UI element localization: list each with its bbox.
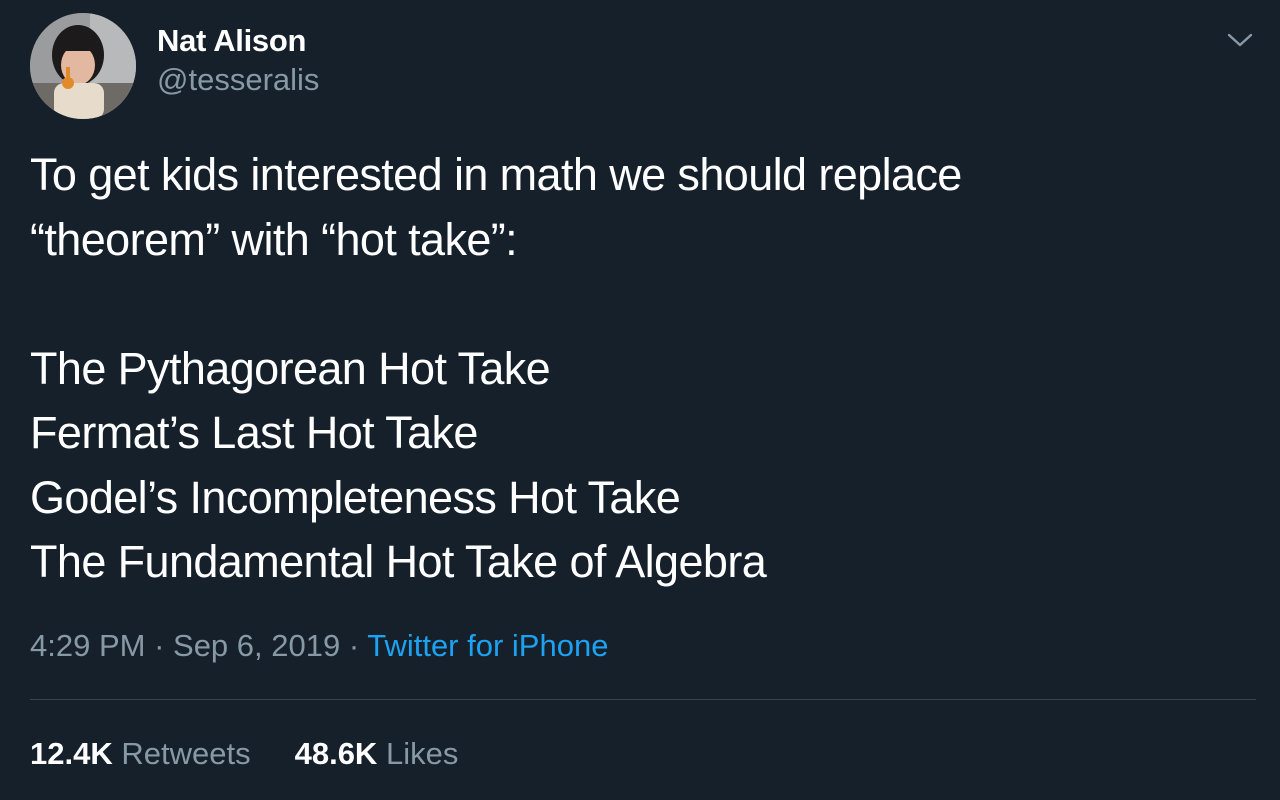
- chevron-down-icon[interactable]: [1226, 30, 1254, 50]
- retweets-label: Retweets: [121, 736, 251, 771]
- tweet-text-line: The Pythagorean Hot Take: [30, 342, 551, 394]
- tweet-source-link[interactable]: Twitter for iPhone: [367, 628, 608, 663]
- likes-stat[interactable]: 48.6K Likes: [295, 734, 459, 774]
- avatar[interactable]: [30, 13, 136, 119]
- author-display-name[interactable]: Nat Alison: [157, 21, 319, 61]
- divider: [30, 699, 1256, 700]
- retweets-stat[interactable]: 12.4K Retweets: [30, 734, 251, 774]
- tweet-text-line: The Fundamental Hot Take of Algebra: [30, 536, 767, 587]
- tweet-meta: 4:29 PM · Sep 6, 2019 · Twitter for iPho…: [30, 626, 608, 666]
- tweet-header: Nat Alison @tesseralis: [30, 13, 319, 119]
- tweet-text: To get kids interested in math we should…: [30, 143, 1250, 595]
- tweet-date[interactable]: Sep 6, 2019: [173, 628, 340, 663]
- tweet-card: Nat Alison @tesseralis To get kids inter…: [0, 0, 1280, 800]
- tweet-text-line: [30, 272, 1250, 337]
- tweet-text-line: Godel’s Incompleteness Hot Take: [30, 471, 681, 523]
- avatar-photo-icon: [30, 13, 136, 119]
- tweet-text-line: Fermat’s Last Hot Take: [30, 407, 478, 458]
- likes-label: Likes: [385, 736, 459, 771]
- tweet-text-line: To get kids interested in math we should…: [30, 149, 962, 200]
- tweet-time[interactable]: 4:29 PM: [30, 628, 145, 663]
- likes-count: 48.6K: [294, 736, 378, 771]
- meta-separator: ·: [340, 628, 368, 663]
- author-names: Nat Alison @tesseralis: [157, 21, 319, 99]
- tweet-stats: 12.4K Retweets 48.6K Likes: [30, 734, 502, 774]
- meta-separator: ·: [145, 628, 174, 663]
- tweet-text-line: “theorem” with “hot take”:: [30, 213, 518, 265]
- author-handle[interactable]: @tesseralis: [157, 61, 319, 99]
- retweets-count: 12.4K: [30, 736, 113, 771]
